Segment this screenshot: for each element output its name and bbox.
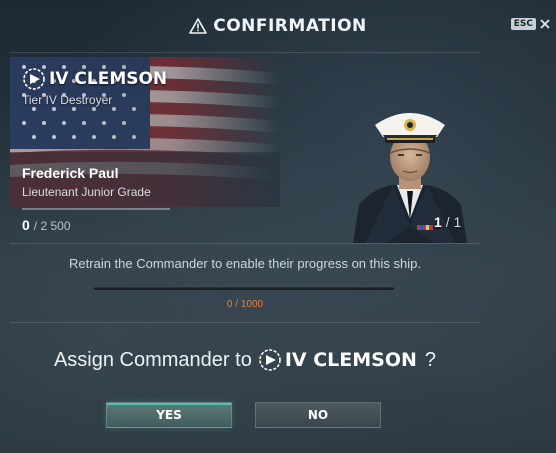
assign-prompt-text: Assign Commander to xyxy=(53,348,252,371)
commander-xp: 0 / 2 500 xyxy=(22,217,71,233)
yes-button[interactable]: YES xyxy=(106,402,232,428)
commander-rank: Lieutenant Junior Grade xyxy=(22,185,151,199)
destroyer-class-icon xyxy=(23,68,45,90)
commander-count-total: 1 xyxy=(453,214,462,230)
assign-ship: IV CLEMSON xyxy=(258,348,417,372)
commander-name: Frederick Paul xyxy=(22,165,119,181)
commander-count-separator: / xyxy=(445,214,450,230)
retrain-message: Retrain the Commander to enable their pr… xyxy=(69,256,421,271)
no-button[interactable]: NO xyxy=(255,402,381,428)
retrain-progress-text: 0 / 1000 xyxy=(226,299,264,310)
card-divider xyxy=(10,243,480,244)
dialog-header: CONFIRMATION xyxy=(0,0,556,52)
ship-name: IV CLEMSON xyxy=(49,69,168,89)
close-button[interactable]: ESC xyxy=(510,18,550,30)
ship-title: IV CLEMSON xyxy=(22,67,167,91)
commander-count-current: 1 xyxy=(434,214,442,230)
retrain-progress-bar xyxy=(94,287,394,290)
commander-xp-current: 0 xyxy=(22,217,30,233)
header-divider xyxy=(10,52,480,53)
ship-type: Tier IV Destroyer xyxy=(22,93,113,107)
assign-prompt: Assign Commander to IV CLEMSON ? xyxy=(0,348,490,372)
prompt-divider xyxy=(10,322,480,323)
dialog-title: CONFIRMATION xyxy=(189,16,367,36)
dialog-title-text: CONFIRMATION xyxy=(213,16,367,36)
commander-card: IV CLEMSON Tier IV Destroyer Frederick P… xyxy=(10,57,480,243)
esc-key-badge: ESC xyxy=(510,18,536,30)
assign-question-mark: ? xyxy=(424,348,437,371)
assign-ship-name: IV CLEMSON xyxy=(284,349,417,371)
commander-count: 1 / 1 xyxy=(434,214,461,230)
commander-xp-divider xyxy=(22,208,170,210)
close-icon[interactable] xyxy=(540,19,550,29)
commander-xp-max: / 2 500 xyxy=(33,219,71,233)
destroyer-class-icon xyxy=(259,349,281,371)
warning-triangle-icon xyxy=(189,18,208,34)
